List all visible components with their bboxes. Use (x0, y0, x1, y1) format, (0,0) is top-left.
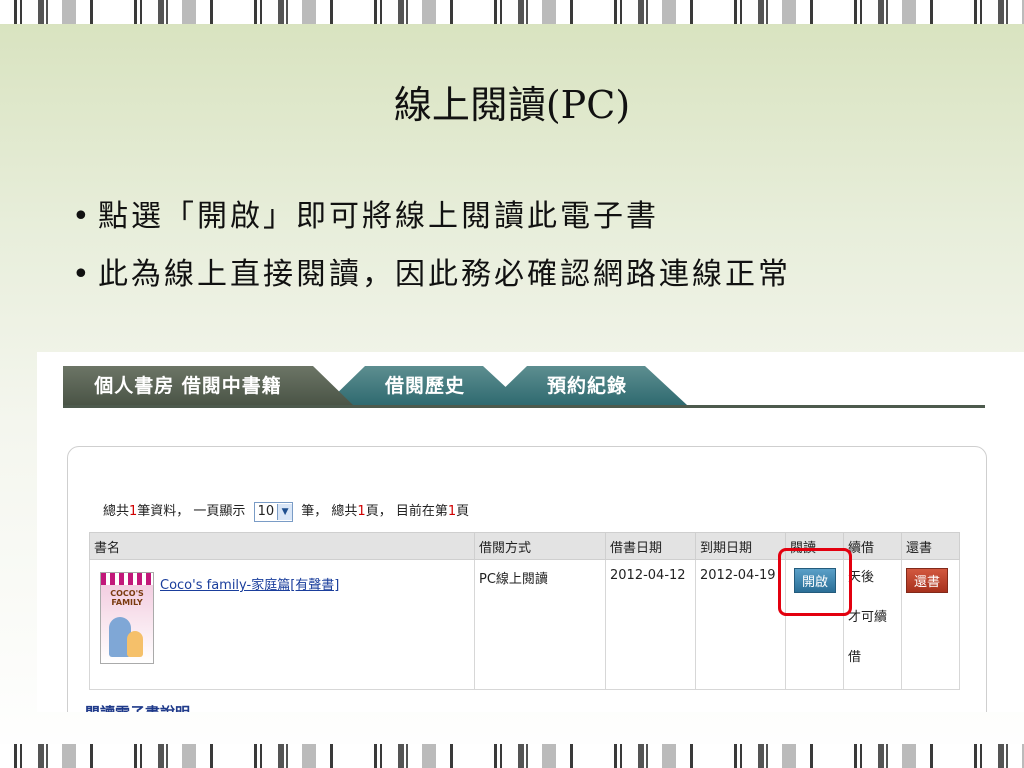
tab-rule (63, 405, 985, 408)
renew-text: 才可續 (848, 610, 888, 625)
top-decorative-strip (0, 0, 1024, 24)
chevron-down-icon[interactable]: ▼ (277, 503, 293, 520)
return-cell: 還書 (901, 559, 960, 690)
col-header-title: 書名 (89, 532, 475, 560)
summary-current-suffix: 頁 (456, 504, 470, 519)
col-header-return: 還書 (901, 532, 960, 560)
page-size-select[interactable]: 10 ▼ (253, 501, 294, 522)
bullet-item: • 點選「開啟」即可將線上閱讀此電子書 (72, 188, 791, 246)
page-size-value: 10 (257, 504, 275, 519)
page-count: 1 (357, 504, 366, 519)
reading-help-link[interactable]: 閱讀電子書說明 (85, 702, 190, 712)
library-screenshot: 借閱歷史 預約紀錄 個人書房 借閱中書籍 總共 1 筆資料， 一頁顯示 10 ▼ 筆，… (37, 352, 1024, 712)
bullet-mark: • (72, 199, 90, 234)
col-header-method: 借閱方式 (474, 532, 606, 560)
col-header-renew: 續借 (843, 532, 902, 560)
book-title-cell: COCO'S FAMILY Coco's family-家庭篇[有聲書] (89, 559, 475, 690)
bullet-item: • 此為線上直接閱讀，因此務必確認網路連線正常 (72, 246, 791, 304)
tab-reservations[interactable]: 預約紀錄 (487, 366, 687, 405)
borrow-date-cell: 2012-04-12 (605, 559, 696, 690)
renew-text: 天後 (848, 570, 875, 585)
col-header-borrow-date: 借書日期 (605, 532, 696, 560)
return-button[interactable]: 還書 (906, 568, 949, 593)
bottom-decorative-strip (0, 744, 1024, 768)
due-date-cell: 2012-04-19 (695, 559, 786, 690)
renew-cell: 天後 才可續 借 (843, 559, 902, 690)
summary-prefix: 總共 (103, 504, 130, 519)
open-button-highlight (778, 548, 852, 616)
bullet-list: • 點選「開啟」即可將線上閱讀此電子書 • 此為線上直接閱讀，因此務必確認網路連線正… (72, 188, 791, 304)
book-title-link[interactable]: Coco's family-家庭篇[有聲書] (160, 574, 339, 664)
slide-title: 線上閱讀(PC) (393, 83, 631, 127)
summary-after-select: 筆， 總共 (301, 504, 358, 519)
tab-bar: 借閱歷史 預約紀錄 個人書房 借閱中書籍 (63, 366, 985, 408)
book-cover[interactable]: COCO'S FAMILY (100, 572, 154, 664)
col-header-due-date: 到期日期 (695, 532, 786, 560)
renew-text: 借 (848, 650, 862, 665)
cover-logo: COCO'S FAMILY (110, 589, 144, 607)
tab-current-loans[interactable]: 個人書房 借閱中書籍 (63, 366, 353, 405)
bullet-text: 點選「開啟」即可將線上閱讀此電子書 (98, 199, 659, 234)
summary-pages-suffix: 頁， 目前在第 (365, 504, 448, 519)
summary-middle: 筆資料， 一頁顯示 (137, 504, 246, 519)
current-page: 1 (447, 504, 457, 519)
method-cell: PC線上閱讀 (474, 559, 606, 690)
bullet-mark: • (72, 257, 90, 292)
bullet-text: 此為線上直接閱讀，因此務必確認網路連線正常 (98, 257, 791, 292)
record-summary: 總共1筆資料， 一頁顯示 10 ▼ 筆， 總共1頁， 目前在第1頁 (103, 500, 469, 522)
